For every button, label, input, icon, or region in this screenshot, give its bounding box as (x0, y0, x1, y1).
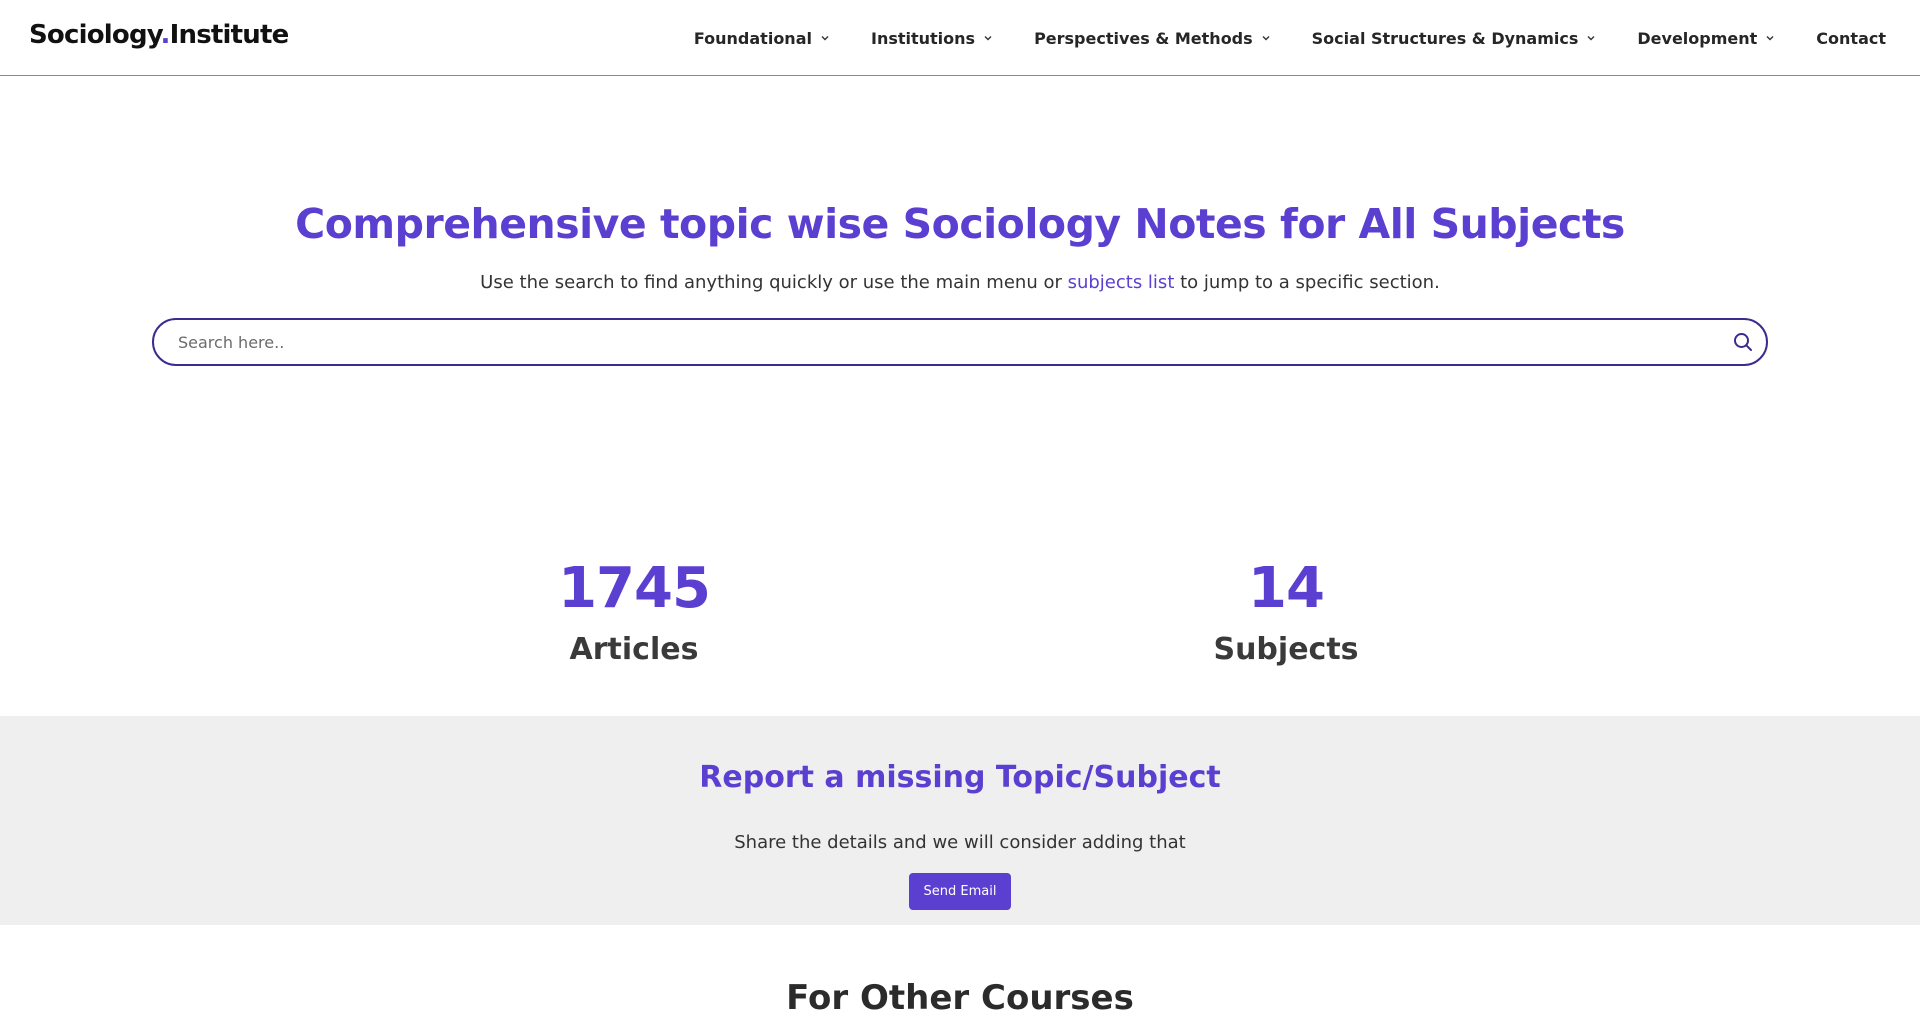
stat-subjects: 14 Subjects (1086, 552, 1486, 670)
report-text: Share the details and we will consider a… (734, 832, 1186, 853)
nav-item-label: Development (1637, 28, 1758, 48)
chevron-down-icon (1259, 31, 1273, 45)
nav-item-label: Perspectives & Methods (1034, 28, 1253, 48)
stat-number: 1745 (558, 556, 711, 621)
main-nav: Foundational Institutions Perspectives &… (655, 0, 1886, 76)
subjects-list-link[interactable]: subjects list (1068, 272, 1175, 293)
search-icon[interactable] (1732, 331, 1754, 353)
nav-item-foundational[interactable]: Foundational (694, 29, 832, 48)
nav-item-label: Institutions (870, 28, 976, 48)
chevron-down-icon (981, 31, 995, 45)
stat-articles: 1745 Articles (434, 552, 834, 670)
logo-text-part2: Institute (169, 20, 290, 50)
logo-text-part1: Sociology (29, 20, 161, 50)
send-email-button[interactable]: Send Email (909, 873, 1011, 910)
chevron-down-icon (818, 31, 832, 45)
nav-item-contact[interactable]: Contact (1816, 29, 1886, 48)
nav-item-label: Contact (1816, 28, 1886, 48)
nav-item-development[interactable]: Development (1637, 29, 1777, 48)
stat-label: Subjects (1213, 632, 1359, 667)
search-input[interactable] (176, 320, 1696, 364)
nav-item-label: Social Structures & Dynamics (1311, 28, 1579, 48)
site-header: Sociology.Institute Foundational Institu… (0, 0, 1920, 76)
search-box (152, 318, 1768, 366)
stat-number: 14 (1248, 556, 1325, 621)
site-logo[interactable]: Sociology.Institute (29, 20, 290, 50)
hero-subtitle: Use the search to find anything quickly … (0, 272, 1920, 293)
hero-subtitle-text-after: to jump to a specific section. (1174, 272, 1440, 293)
chevron-down-icon (1584, 31, 1598, 45)
stat-label: Articles (569, 632, 699, 667)
other-courses-heading: For Other Courses (786, 978, 1134, 1018)
nav-item-label: Foundational (693, 28, 812, 48)
hero-subtitle-text-before: Use the search to find anything quickly … (480, 272, 1068, 293)
page-title: Comprehensive topic wise Sociology Notes… (295, 200, 1625, 248)
nav-item-perspectives-methods[interactable]: Perspectives & Methods (1034, 29, 1273, 48)
report-missing-section: Report a missing Topic/Subject Share the… (0, 716, 1920, 925)
report-title: Report a missing Topic/Subject (699, 760, 1221, 795)
chevron-down-icon (1763, 31, 1777, 45)
nav-item-institutions[interactable]: Institutions (871, 29, 995, 48)
logo-dot: . (160, 20, 171, 50)
nav-item-social-structures-dynamics[interactable]: Social Structures & Dynamics (1312, 29, 1599, 48)
